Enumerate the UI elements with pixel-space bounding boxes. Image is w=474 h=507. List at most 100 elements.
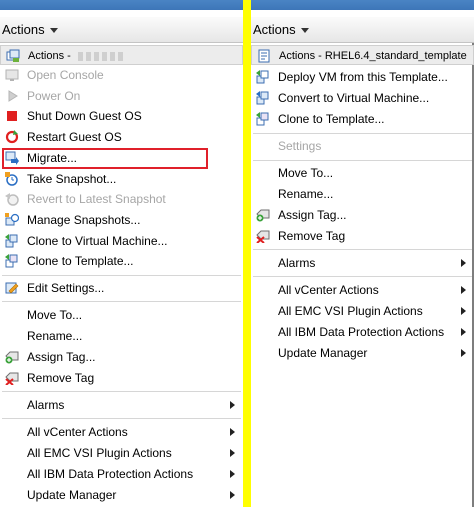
tag-add-icon: [256, 209, 270, 222]
menu-item-label: Move To...: [278, 166, 334, 180]
menu-item-convert-to-virtual-machine[interactable]: Convert to Virtual Machine...: [251, 88, 474, 108]
menu-separator: [253, 276, 472, 277]
submenu-arrow-icon: [230, 401, 235, 409]
menu-item-clone-to-virtual-machine[interactable]: Clone to Virtual Machine...: [0, 231, 243, 251]
tag-remove-icon: [5, 372, 19, 385]
menu-item-all-emc-vsi-plugin-actions[interactable]: All EMC VSI Plugin Actions: [0, 443, 243, 463]
menu-item-revert-to-latest-snapshot[interactable]: Revert to Latest Snapshot: [0, 189, 243, 209]
redacted-vm-name: [77, 51, 124, 61]
menu-separator: [253, 160, 472, 161]
menu-item-all-emc-vsi-plugin-actions[interactable]: All EMC VSI Plugin Actions: [251, 301, 474, 321]
actions-header-label: Actions: [2, 22, 45, 37]
vm-icon: [6, 49, 20, 62]
play-icon: [8, 90, 18, 102]
menu-item-all-vcenter-actions[interactable]: All vCenter Actions: [251, 280, 474, 300]
tag-remove-icon: [256, 230, 270, 243]
menu-item-update-manager[interactable]: Update Manager: [251, 343, 474, 363]
menu-separator: [2, 418, 241, 419]
menu-separator: [2, 391, 241, 392]
actions-dropdown-header[interactable]: Actions: [251, 17, 474, 43]
menu-item-open-console[interactable]: Open Console: [0, 65, 243, 85]
menu-item-clone-to-template[interactable]: Clone to Template...: [251, 109, 474, 129]
menu-item-label: Power On: [27, 89, 81, 103]
top-strip: [0, 0, 243, 10]
snapshot-icon: [5, 172, 18, 186]
menu-item-shut-down-guest-os[interactable]: Shut Down Guest OS: [0, 106, 243, 126]
menu-item-label: Revert to Latest Snapshot: [27, 192, 166, 206]
submenu-arrow-icon: [461, 307, 466, 315]
submenu-arrow-icon: [230, 470, 235, 478]
yellow-divider: [243, 0, 251, 507]
menu-item-take-snapshot[interactable]: Take Snapshot...: [0, 169, 243, 189]
menu-item-label: Clone to Template...: [27, 254, 134, 268]
menu-item-all-ibm-data-protection-actions[interactable]: All IBM Data Protection Actions: [251, 322, 474, 342]
submenu-arrow-icon: [461, 349, 466, 357]
menu-title-label: Actions - RHEL6.4_standard_template: [279, 50, 467, 62]
caret-down-icon: [49, 28, 58, 33]
menu-separator: [253, 133, 472, 134]
menu-item-all-vcenter-actions[interactable]: All vCenter Actions: [0, 422, 243, 442]
actions-dropdown-header[interactable]: Actions: [0, 17, 243, 43]
menu-item-rename[interactable]: Rename...: [251, 184, 474, 204]
clone-template-icon: [256, 112, 269, 126]
menu-item-label: Manage Snapshots...: [27, 213, 141, 227]
menu-separator: [2, 275, 241, 276]
menu-item-label: Remove Tag: [278, 229, 346, 243]
menu-item-settings[interactable]: Settings: [251, 136, 474, 156]
menu-item-label: All IBM Data Protection Actions: [27, 467, 194, 481]
menu-item-label: Restart Guest OS: [27, 130, 122, 144]
menu-item-manage-snapshots[interactable]: Manage Snapshots...: [0, 210, 243, 230]
menu-title: Actions -: [0, 45, 243, 65]
menu-item-label: Assign Tag...: [278, 208, 347, 222]
menu-item-label: Update Manager: [278, 346, 368, 360]
menu-item-label: Convert to Virtual Machine...: [278, 91, 430, 105]
menu-item-label: Update Manager: [27, 488, 117, 502]
menu-item-label: Deploy VM from this Template...: [278, 70, 448, 84]
menu-item-assign-tag[interactable]: Assign Tag...: [0, 347, 243, 367]
menu-item-alarms[interactable]: Alarms: [0, 395, 243, 415]
submenu-arrow-icon: [230, 491, 235, 499]
menu-item-clone-to-template[interactable]: Clone to Template...: [0, 251, 243, 271]
menu-item-label: Assign Tag...: [27, 350, 96, 364]
menu-item-label: Move To...: [27, 308, 83, 322]
menu-item-label: Remove Tag: [27, 371, 95, 385]
menu-item-label: Clone to Virtual Machine...: [27, 234, 168, 248]
menu-item-all-ibm-data-protection-actions[interactable]: All IBM Data Protection Actions: [0, 464, 243, 484]
menu-item-move-to[interactable]: Move To...: [0, 305, 243, 325]
left-actions-panel: Actions Actions - Open Console Power On …: [0, 0, 243, 507]
menu-item-label: Shut Down Guest OS: [27, 109, 142, 123]
menu-title: Actions - RHEL6.4_standard_template: [251, 45, 474, 65]
deploy-vm-icon: [256, 70, 269, 84]
menu-item-label: All IBM Data Protection Actions: [278, 325, 445, 339]
menu-item-label: All EMC VSI Plugin Actions: [278, 304, 423, 318]
submenu-arrow-icon: [230, 428, 235, 436]
menu-item-power-on[interactable]: Power On: [0, 86, 243, 106]
menu-item-label: Rename...: [278, 187, 334, 201]
menu-item-label: All vCenter Actions: [278, 283, 379, 297]
menu-item-remove-tag[interactable]: Remove Tag: [251, 226, 474, 246]
menu-item-remove-tag[interactable]: Remove Tag: [0, 368, 243, 388]
top-strip: [251, 0, 474, 10]
menu-item-update-manager[interactable]: Update Manager: [0, 485, 243, 505]
right-actions-panel: Actions Actions - RHEL6.4_standard_templ…: [251, 0, 474, 507]
menu-item-restart-guest-os[interactable]: Restart Guest OS: [0, 127, 243, 147]
menu-item-move-to[interactable]: Move To...: [251, 163, 474, 183]
menu-item-edit-settings[interactable]: Edit Settings...: [0, 278, 243, 298]
clone-template-icon: [5, 254, 18, 268]
template-icon: [258, 49, 270, 63]
clone-vm-icon: [5, 234, 18, 248]
caret-down-icon: [300, 28, 309, 33]
menu-item-alarms[interactable]: Alarms: [251, 253, 474, 273]
menu-item-assign-tag[interactable]: Assign Tag...: [251, 205, 474, 225]
revert-snapshot-icon: [5, 193, 19, 206]
menu-item-label: Alarms: [27, 398, 65, 412]
menu-item-rename[interactable]: Rename...: [0, 326, 243, 346]
menu-item-label: Clone to Template...: [278, 112, 385, 126]
menu-item-deploy-vm-from-template[interactable]: Deploy VM from this Template...: [251, 67, 474, 87]
submenu-arrow-icon: [461, 328, 466, 336]
menu-item-label: Alarms: [278, 256, 316, 270]
submenu-arrow-icon: [461, 259, 466, 267]
migrate-highlight-box: [2, 148, 208, 169]
menu-item-label: Rename...: [27, 329, 83, 343]
menu-separator: [253, 249, 472, 250]
